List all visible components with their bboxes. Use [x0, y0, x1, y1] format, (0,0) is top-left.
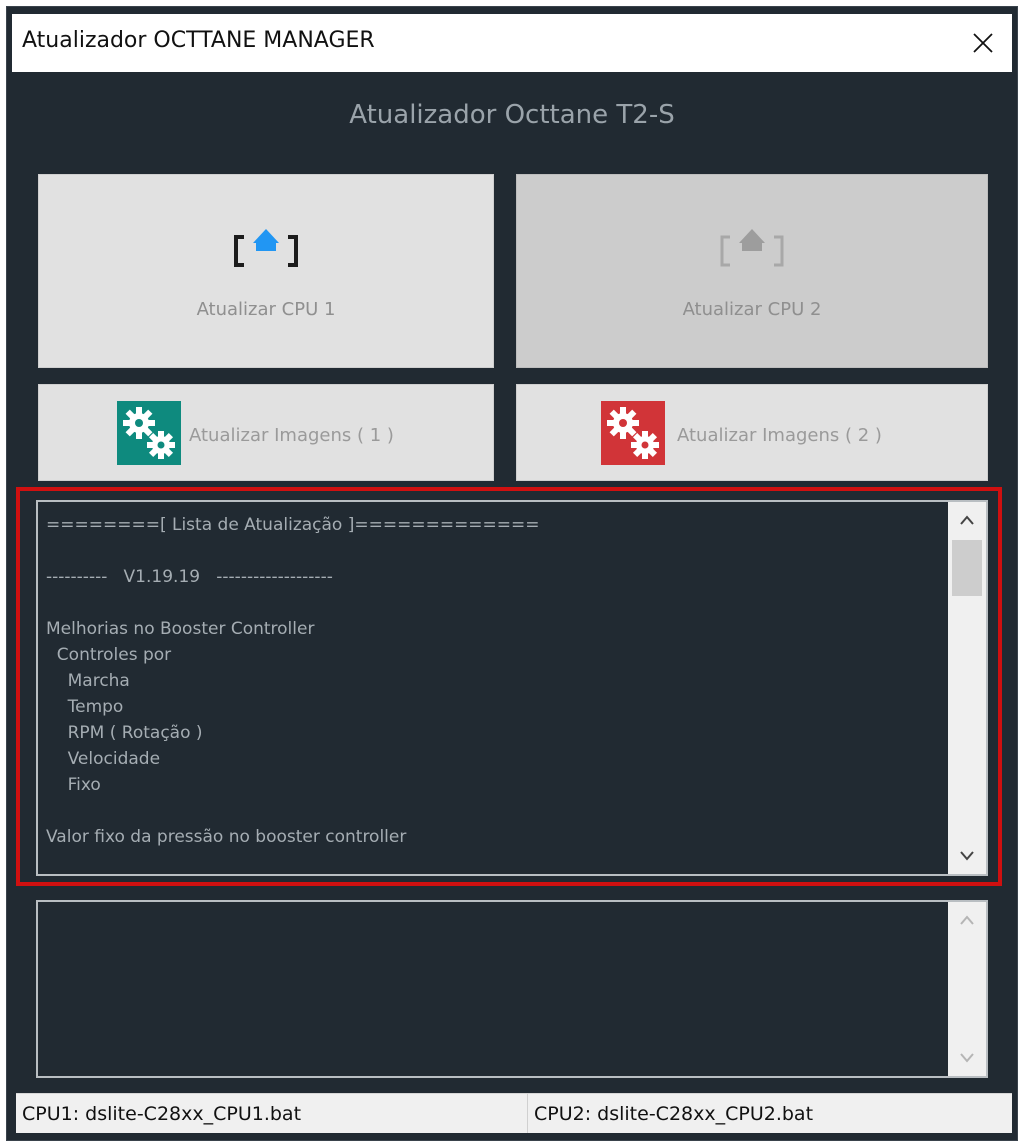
changelog-line: ========[ Lista de Atualização ]========… [46, 515, 540, 535]
status-cpu1: CPU1: dslite-C28xx_CPU1.bat [16, 1093, 528, 1133]
chevron-up-icon [960, 915, 974, 925]
changelog-content: ========[ Lista de Atualização ]========… [46, 512, 940, 850]
changelog-line: Melhorias no Booster Controller [46, 619, 315, 639]
status-cpu2: CPU2: dslite-C28xx_CPU2.bat [528, 1093, 1012, 1133]
changelog-line: Fixo [46, 775, 101, 795]
chevron-up-icon [960, 515, 974, 525]
gears-icon [117, 401, 181, 465]
upload-icon [234, 229, 298, 267]
changelog-line [46, 798, 940, 824]
window-title: Atualizador OCTTANE MANAGER [22, 28, 375, 53]
close-button[interactable] [958, 18, 1008, 68]
log-textbox[interactable] [36, 900, 988, 1078]
changelog-line: ---------- V1.19.19 ------------------- [46, 567, 333, 587]
update-images-1-label: Atualizar Imagens ( 1 ) [189, 425, 394, 446]
update-cpu2-label: Atualizar CPU 2 [682, 299, 822, 320]
changelog-line [46, 538, 940, 564]
page-title: Atualizador Octtane T2-S [349, 100, 675, 130]
scroll-thumb[interactable] [952, 540, 982, 596]
close-icon [973, 33, 993, 53]
upload-icon [720, 229, 784, 267]
update-cpu1-label: Atualizar CPU 1 [196, 299, 336, 320]
log-scrollbar[interactable] [948, 902, 986, 1076]
changelog-line [46, 590, 940, 616]
update-images-1-button[interactable]: Atualizar Imagens ( 1 ) [38, 384, 494, 481]
update-cpu2-button[interactable]: Atualizar CPU 2 [516, 174, 988, 368]
changelog-line: Valor fixo da pressão no booster control… [46, 827, 407, 847]
update-images-2-button[interactable]: Atualizar Imagens ( 2 ) [516, 384, 988, 481]
changelog-textbox[interactable]: ========[ Lista de Atualização ]========… [36, 500, 988, 876]
changelog-line: Tempo [46, 697, 124, 717]
changelog-line: RPM ( Rotação ) [46, 723, 203, 743]
scroll-down-button[interactable] [948, 1042, 986, 1074]
changelog-line: Controles por [46, 645, 172, 665]
changelog-line: Velocidade [46, 749, 161, 769]
changelog-line: Marcha [46, 671, 130, 691]
update-images-2-label: Atualizar Imagens ( 2 ) [677, 425, 882, 446]
gears-icon [601, 401, 665, 465]
changelog-scrollbar[interactable] [948, 502, 986, 874]
title-bar: Atualizador OCTTANE MANAGER [12, 14, 1012, 72]
scroll-up-button[interactable] [948, 504, 986, 536]
chevron-down-icon [960, 1053, 974, 1063]
scroll-down-button[interactable] [948, 840, 986, 872]
scroll-up-button[interactable] [948, 904, 986, 936]
chevron-down-icon [960, 851, 974, 861]
update-cpu1-button[interactable]: Atualizar CPU 1 [38, 174, 494, 368]
